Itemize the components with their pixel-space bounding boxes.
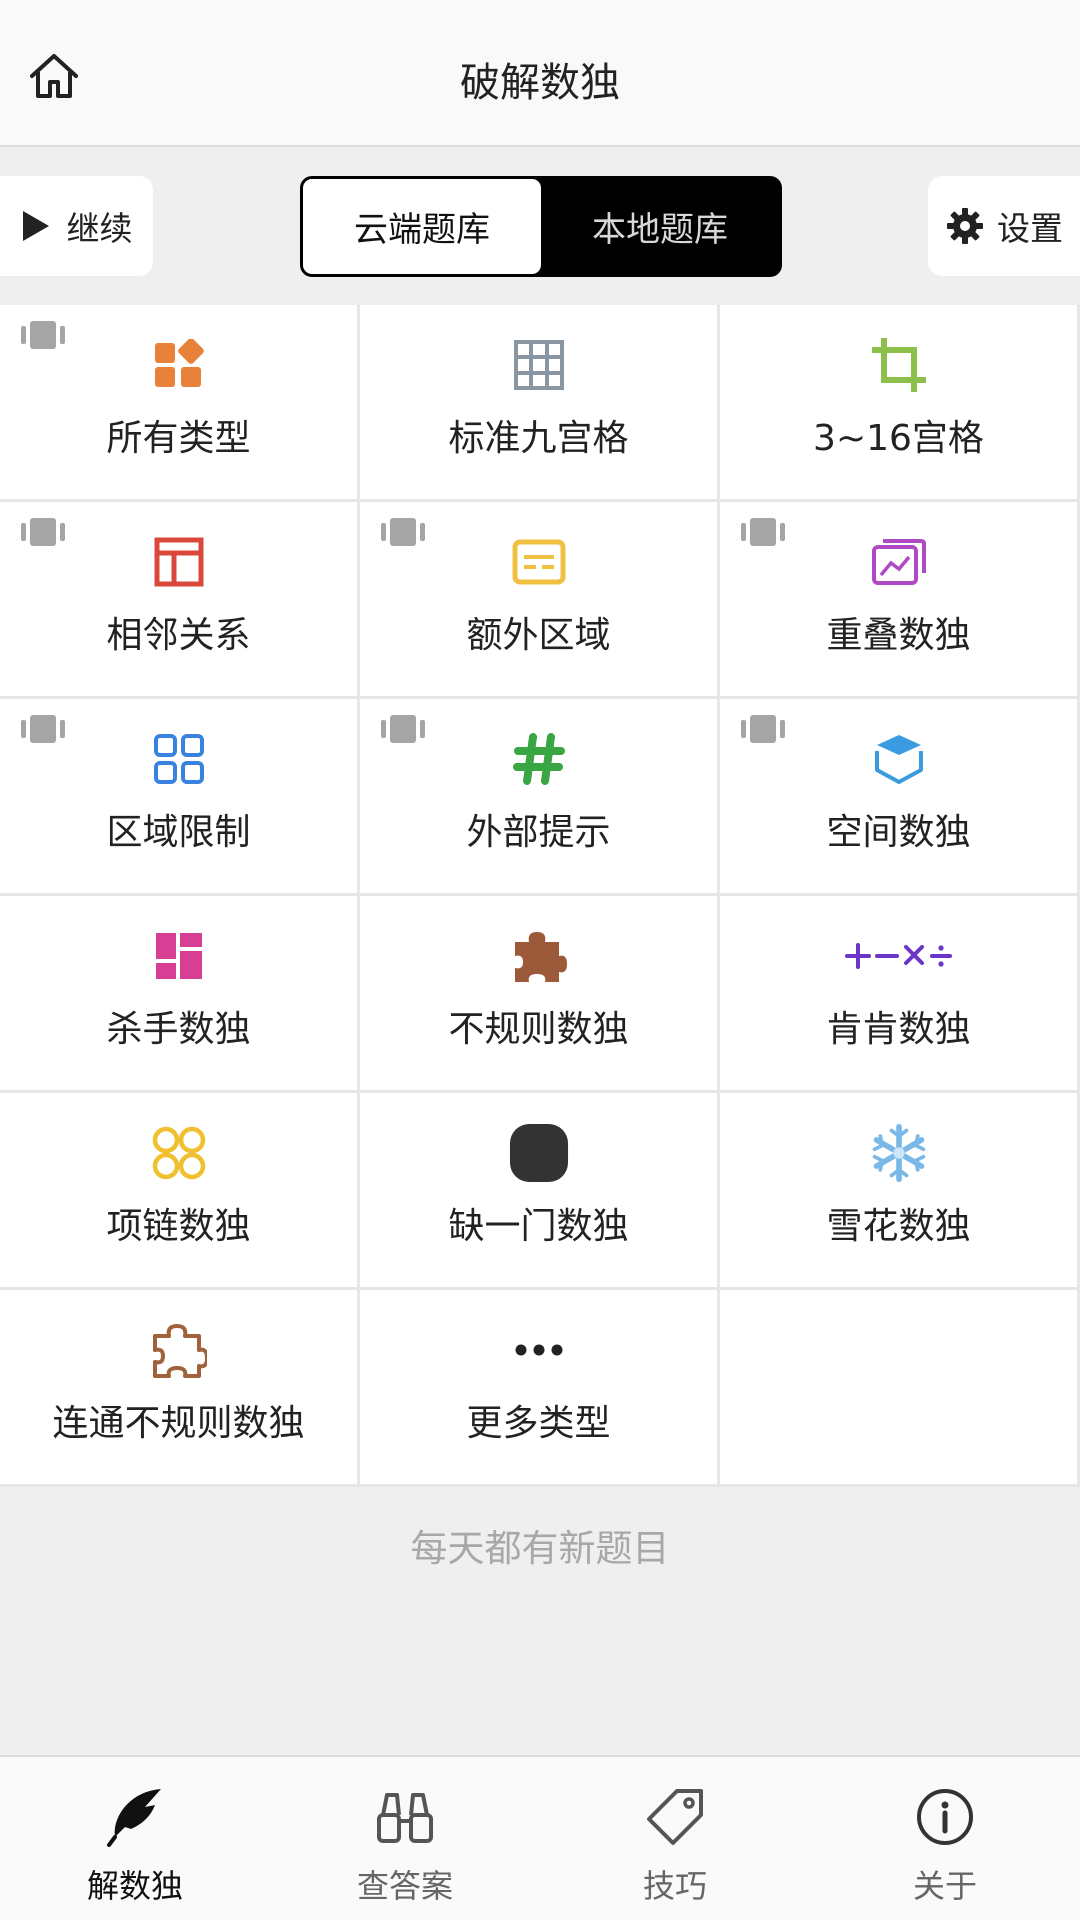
gear-icon — [947, 208, 983, 244]
nav-item-solve[interactable]: 解数独 — [0, 1757, 270, 1920]
type-label: 项链数独 — [106, 1206, 251, 1247]
type-label: 雪花数独 — [826, 1206, 971, 1247]
type-tile-overlap[interactable]: 重叠数独 — [720, 502, 1080, 699]
vibrate-badge-icon — [21, 518, 65, 546]
hashtag-icon — [509, 729, 569, 789]
type-label: 所有类型 — [106, 418, 251, 459]
type-tile-region-limit[interactable]: 区域限制 — [0, 699, 360, 896]
nav-item-tips[interactable]: 技巧 — [540, 1757, 810, 1920]
type-tile-kenken[interactable]: 肯肯数独 — [720, 896, 1080, 1093]
type-label: 杀手数独 — [106, 1009, 251, 1050]
nav-label: 技巧 — [642, 1867, 707, 1905]
type-tile-standard[interactable]: 标准九宫格 — [360, 305, 720, 502]
gallery-icon — [869, 532, 929, 592]
type-label: 不规则数独 — [448, 1009, 629, 1050]
nav-label: 关于 — [912, 1867, 977, 1905]
type-tile-snowflake[interactable]: 雪花数独 — [720, 1093, 1080, 1290]
more-icon — [509, 1320, 569, 1380]
type-tile-adjacent[interactable]: 相邻关系 — [0, 502, 360, 699]
type-tile-irregular[interactable]: 不规则数独 — [360, 896, 720, 1093]
type-tile-space[interactable]: 空间数独 — [720, 699, 1080, 896]
type-label: 区域限制 — [106, 812, 251, 853]
puzzle-icon — [509, 926, 569, 986]
type-label: 连通不规则数独 — [52, 1403, 305, 1444]
vibrate-badge-icon — [21, 715, 65, 743]
tab-cloud-library[interactable]: 云端题库 — [303, 179, 541, 274]
card-icon — [509, 532, 569, 592]
type-label: 重叠数独 — [826, 615, 971, 656]
feather-icon — [107, 1789, 161, 1847]
type-tile-outside-hint[interactable]: 外部提示 — [360, 699, 720, 896]
type-label: 3~16宫格 — [813, 418, 984, 459]
app-root: 破解数独 继续 云端题库 本地题库 设置 所有类型 标准九宫格 3~16宫格 相… — [0, 0, 1080, 1920]
continue-label: 继续 — [66, 209, 133, 248]
type-label: 缺一门数独 — [448, 1206, 629, 1247]
type-tile-extra-region[interactable]: 额外区域 — [360, 502, 720, 699]
type-label: 相邻关系 — [106, 615, 251, 656]
tag-icon — [647, 1789, 703, 1845]
settings-button[interactable]: 设置 — [928, 176, 1080, 276]
necklace-icon — [149, 1123, 209, 1183]
rounded-square-icon — [509, 1123, 569, 1183]
type-tile-killer[interactable]: 杀手数独 — [0, 896, 360, 1093]
toolbar: 继续 云端题库 本地题库 设置 — [0, 176, 1080, 278]
daily-new-puzzles-note: 每天都有新题目 — [410, 1527, 670, 1570]
snowflake-icon — [869, 1123, 929, 1183]
math-ops-icon — [844, 926, 954, 986]
type-tile-all[interactable]: 所有类型 — [0, 305, 360, 502]
bottom-nav: 解数独 查答案 技巧 关于 — [0, 1755, 1080, 1920]
vibrate-badge-icon — [381, 715, 425, 743]
type-tile-3-16[interactable]: 3~16宫格 — [720, 305, 1080, 502]
crop-icon — [869, 335, 929, 395]
vibrate-badge-icon — [21, 321, 65, 349]
tab-local-library[interactable]: 本地题库 — [541, 179, 779, 274]
info-icon — [917, 1789, 973, 1845]
type-label: 空间数独 — [826, 812, 971, 853]
type-tile-necklace[interactable]: 项链数独 — [0, 1093, 360, 1290]
type-label: 更多类型 — [466, 1403, 611, 1444]
play-icon — [22, 211, 49, 241]
nav-item-about[interactable]: 关于 — [810, 1757, 1080, 1920]
vibrate-badge-icon — [381, 518, 425, 546]
layout-icon — [149, 532, 209, 592]
tab-label: 云端题库 — [354, 210, 490, 250]
continue-button[interactable]: 继续 — [0, 176, 153, 276]
nav-label: 查答案 — [356, 1867, 453, 1905]
type-tile-missing-one[interactable]: 缺一门数独 — [360, 1093, 720, 1290]
puzzle-outline-icon — [149, 1320, 209, 1380]
cube-icon — [869, 729, 929, 789]
type-label: 额外区域 — [466, 615, 611, 656]
type-label: 标准九宫格 — [448, 418, 629, 459]
sudoku-type-grid: 所有类型 标准九宫格 3~16宫格 相邻关系 额外区域 重叠数独 区域限制 外部… — [0, 305, 1080, 1487]
dashboard-icon — [149, 926, 209, 986]
header: 破解数独 — [0, 0, 1080, 147]
page-title: 破解数独 — [460, 60, 620, 106]
tab-label: 本地题库 — [592, 210, 728, 250]
binoculars-icon — [377, 1793, 433, 1843]
empty-tile — [720, 1290, 1080, 1487]
nav-label: 解数独 — [86, 1867, 183, 1905]
type-tile-connected-irregular[interactable]: 连通不规则数独 — [0, 1290, 360, 1487]
type-tile-more[interactable]: 更多类型 — [360, 1290, 720, 1487]
type-label: 肯肯数独 — [826, 1009, 971, 1050]
settings-label: 设置 — [997, 209, 1063, 248]
vibrate-badge-icon — [741, 715, 785, 743]
squares-icon — [149, 729, 209, 789]
library-segmented-control: 云端题库 本地题库 — [300, 176, 782, 277]
grid-icon — [509, 335, 569, 395]
blocks-icon — [149, 335, 209, 395]
nav-item-answers[interactable]: 查答案 — [270, 1757, 540, 1920]
vibrate-badge-icon — [741, 518, 785, 546]
type-label: 外部提示 — [466, 812, 611, 853]
